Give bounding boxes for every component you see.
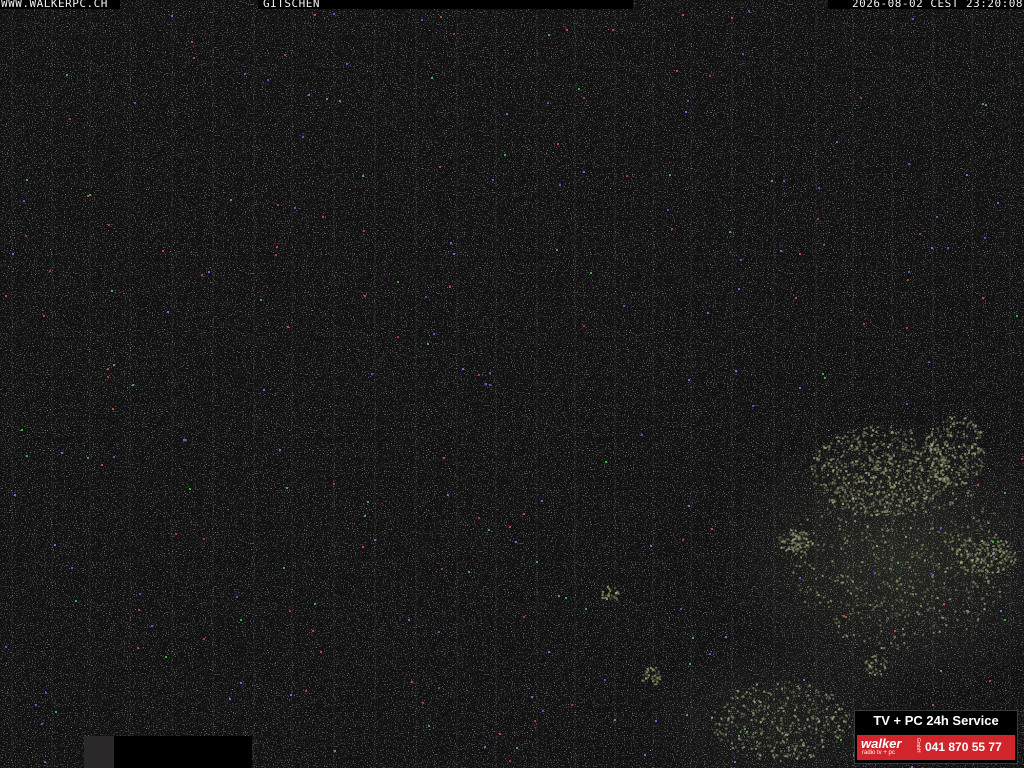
ad-phone-number: 041 870 55 77: [925, 740, 1002, 754]
webcam-frame: WWW.WALKERPC.CH GITSCHEN 2026-08-02 CEST…: [0, 0, 1024, 768]
gray-block: [84, 736, 114, 768]
night-scene-noise: [0, 0, 1024, 768]
ad-brand-subtitle: radio tv + pc: [862, 750, 895, 756]
advertisement-banner: TV + PC 24h Service walker radio tv + pc…: [854, 710, 1018, 764]
ad-red-strip: walker radio tv + pc GmbH 041 870 55 77: [857, 735, 1015, 760]
ad-brand-suffix: GmbH: [915, 738, 921, 753]
ad-brand-logo: walker: [861, 736, 902, 751]
ad-service-text: TV + PC 24h Service: [873, 713, 999, 728]
